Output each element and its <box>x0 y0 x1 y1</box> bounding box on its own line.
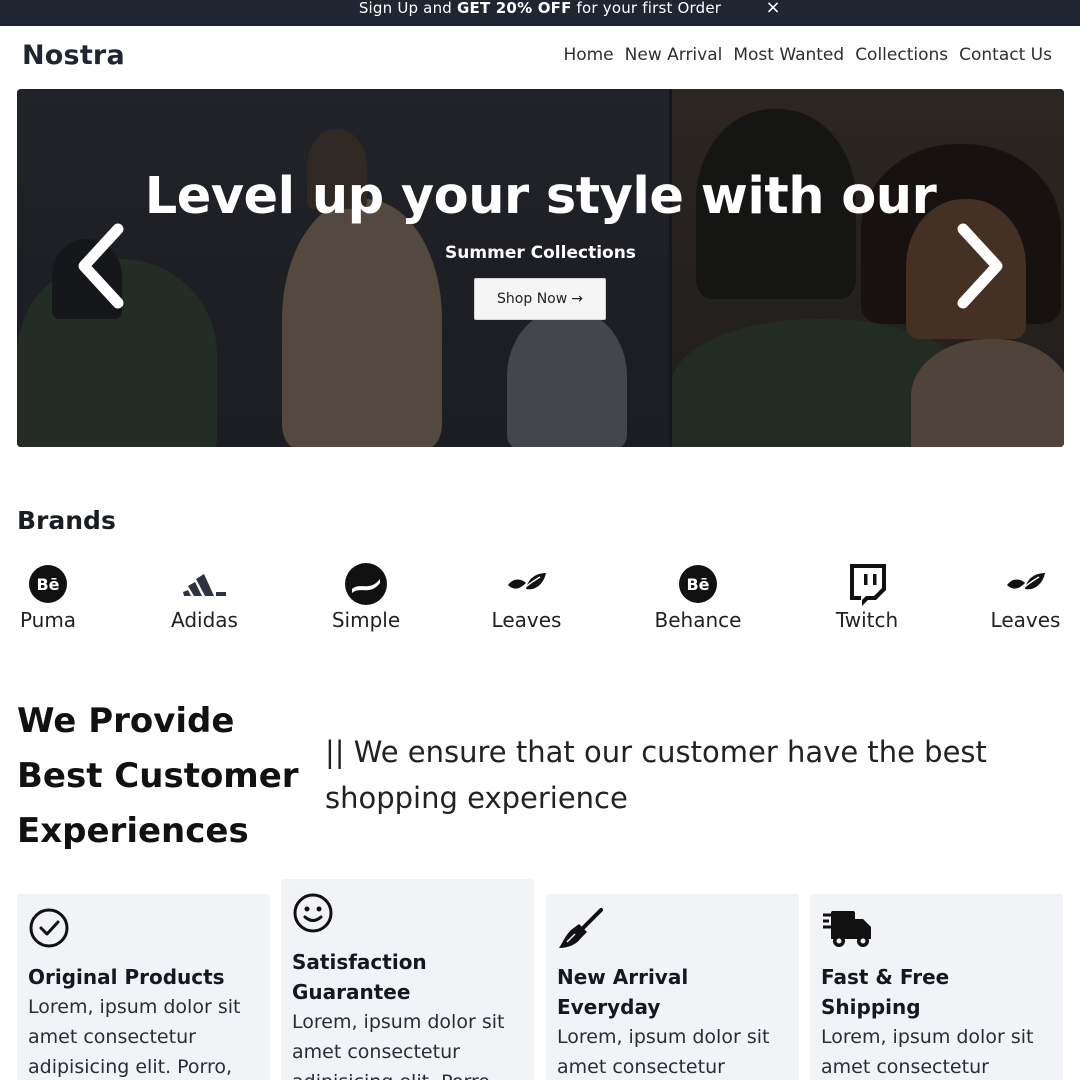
feature-title: Fast & Free Shipping <box>821 965 950 1019</box>
feature-text: Lorem, ipsum dolor sit amet consectetur … <box>28 996 241 1078</box>
feature-text: Lorem, ipsum dolor sit amet consectetur … <box>292 1011 505 1080</box>
chevron-right-icon[interactable] <box>947 221 1007 311</box>
nav-contact-us[interactable]: Contact Us <box>959 45 1052 65</box>
feature-title: Original Products <box>28 965 225 989</box>
brand-item-behance[interactable]: Bē Behance <box>650 562 746 632</box>
provide-description: || We ensure that our customer have the … <box>325 735 987 815</box>
arrow-right-icon: → <box>571 291 583 307</box>
close-icon[interactable]: × <box>762 0 784 18</box>
behance-icon: Bē <box>650 562 746 606</box>
broom-icon <box>557 906 788 950</box>
brand-item-puma[interactable]: Bē Puma <box>17 562 79 632</box>
brand-label: Adidas <box>171 608 238 632</box>
brand-item-leaves[interactable]: Leaves <box>489 562 564 632</box>
shop-now-button[interactable]: Shop Now → <box>474 278 606 320</box>
promo-discount: GET 20% OFF <box>456 0 572 17</box>
hero-title: Level up your style with our <box>144 167 937 226</box>
feature-card-new-arrival: New Arrival Everyday Lorem, ipsum dolor … <box>546 894 799 1080</box>
brand-label: Leaves <box>491 608 562 632</box>
brand-label: Twitch <box>835 608 899 632</box>
feature-title: Satisfaction Guarantee <box>292 950 427 1004</box>
brand-item-leaves-2[interactable]: Leaves <box>988 562 1063 632</box>
brand-item-twitch[interactable]: Twitch <box>832 562 902 632</box>
nav-new-arrival[interactable]: New Arrival <box>625 45 723 65</box>
brand-label: Simple <box>331 608 401 632</box>
provide-heading: We Provide Best Customer Experiences <box>17 701 299 851</box>
brands-heading: Brands <box>17 506 116 535</box>
site-logo[interactable]: Nostra <box>22 40 125 71</box>
simple-icon <box>329 562 403 606</box>
feature-card-satisfaction: Satisfaction Guarantee Lorem, ipsum dolo… <box>281 879 534 1080</box>
check-circle-icon <box>28 906 259 950</box>
feature-card-original-products: Original Products Lorem, ipsum dolor sit… <box>17 894 270 1080</box>
svg-text:Bē: Bē <box>36 575 59 594</box>
leaves-icon <box>988 562 1063 606</box>
leaves-icon <box>489 562 564 606</box>
hero-subtitle: Summer Collections <box>445 243 636 263</box>
hero-slider: Level up your style with our Summer Coll… <box>17 89 1064 447</box>
brand-label: Behance <box>654 608 742 632</box>
promo-text-start: Sign Up and <box>358 0 457 17</box>
brand-label: Leaves <box>990 608 1061 632</box>
nav-most-wanted[interactable]: Most Wanted <box>733 45 844 65</box>
promo-text-end: for your first Order <box>571 0 722 17</box>
nav-home[interactable]: Home <box>563 45 613 65</box>
adidas-icon <box>167 562 242 606</box>
twitch-icon <box>832 562 902 606</box>
nav-collections[interactable]: Collections <box>855 45 948 65</box>
behance-icon: Bē <box>17 562 79 606</box>
brand-item-adidas[interactable]: Adidas <box>167 562 242 632</box>
svg-text:Bē: Bē <box>686 575 709 594</box>
feature-title: New Arrival Everyday <box>557 965 689 1019</box>
brand-label: Puma <box>19 608 77 632</box>
feature-text: Lorem, ipsum dolor sit amet consectetur … <box>557 1026 770 1078</box>
truck-icon <box>821 906 1052 950</box>
chevron-left-icon[interactable] <box>74 221 134 311</box>
main-nav: Home New Arrival Most Wanted Collections… <box>563 45 1052 65</box>
smile-icon <box>292 891 523 935</box>
brand-item-simple[interactable]: Simple <box>329 562 403 632</box>
promo-text: Sign Up and GET 20% OFF for your first O… <box>0 0 1080 16</box>
promo-banner: Sign Up and GET 20% OFF for your first O… <box>0 0 1080 26</box>
feature-card-shipping: Fast & Free Shipping Lorem, ipsum dolor … <box>810 894 1063 1080</box>
shop-now-label: Shop Now <box>497 291 568 307</box>
feature-text: Lorem, ipsum dolor sit amet consectetur … <box>821 1026 1034 1078</box>
hero-overlay <box>17 89 1064 447</box>
